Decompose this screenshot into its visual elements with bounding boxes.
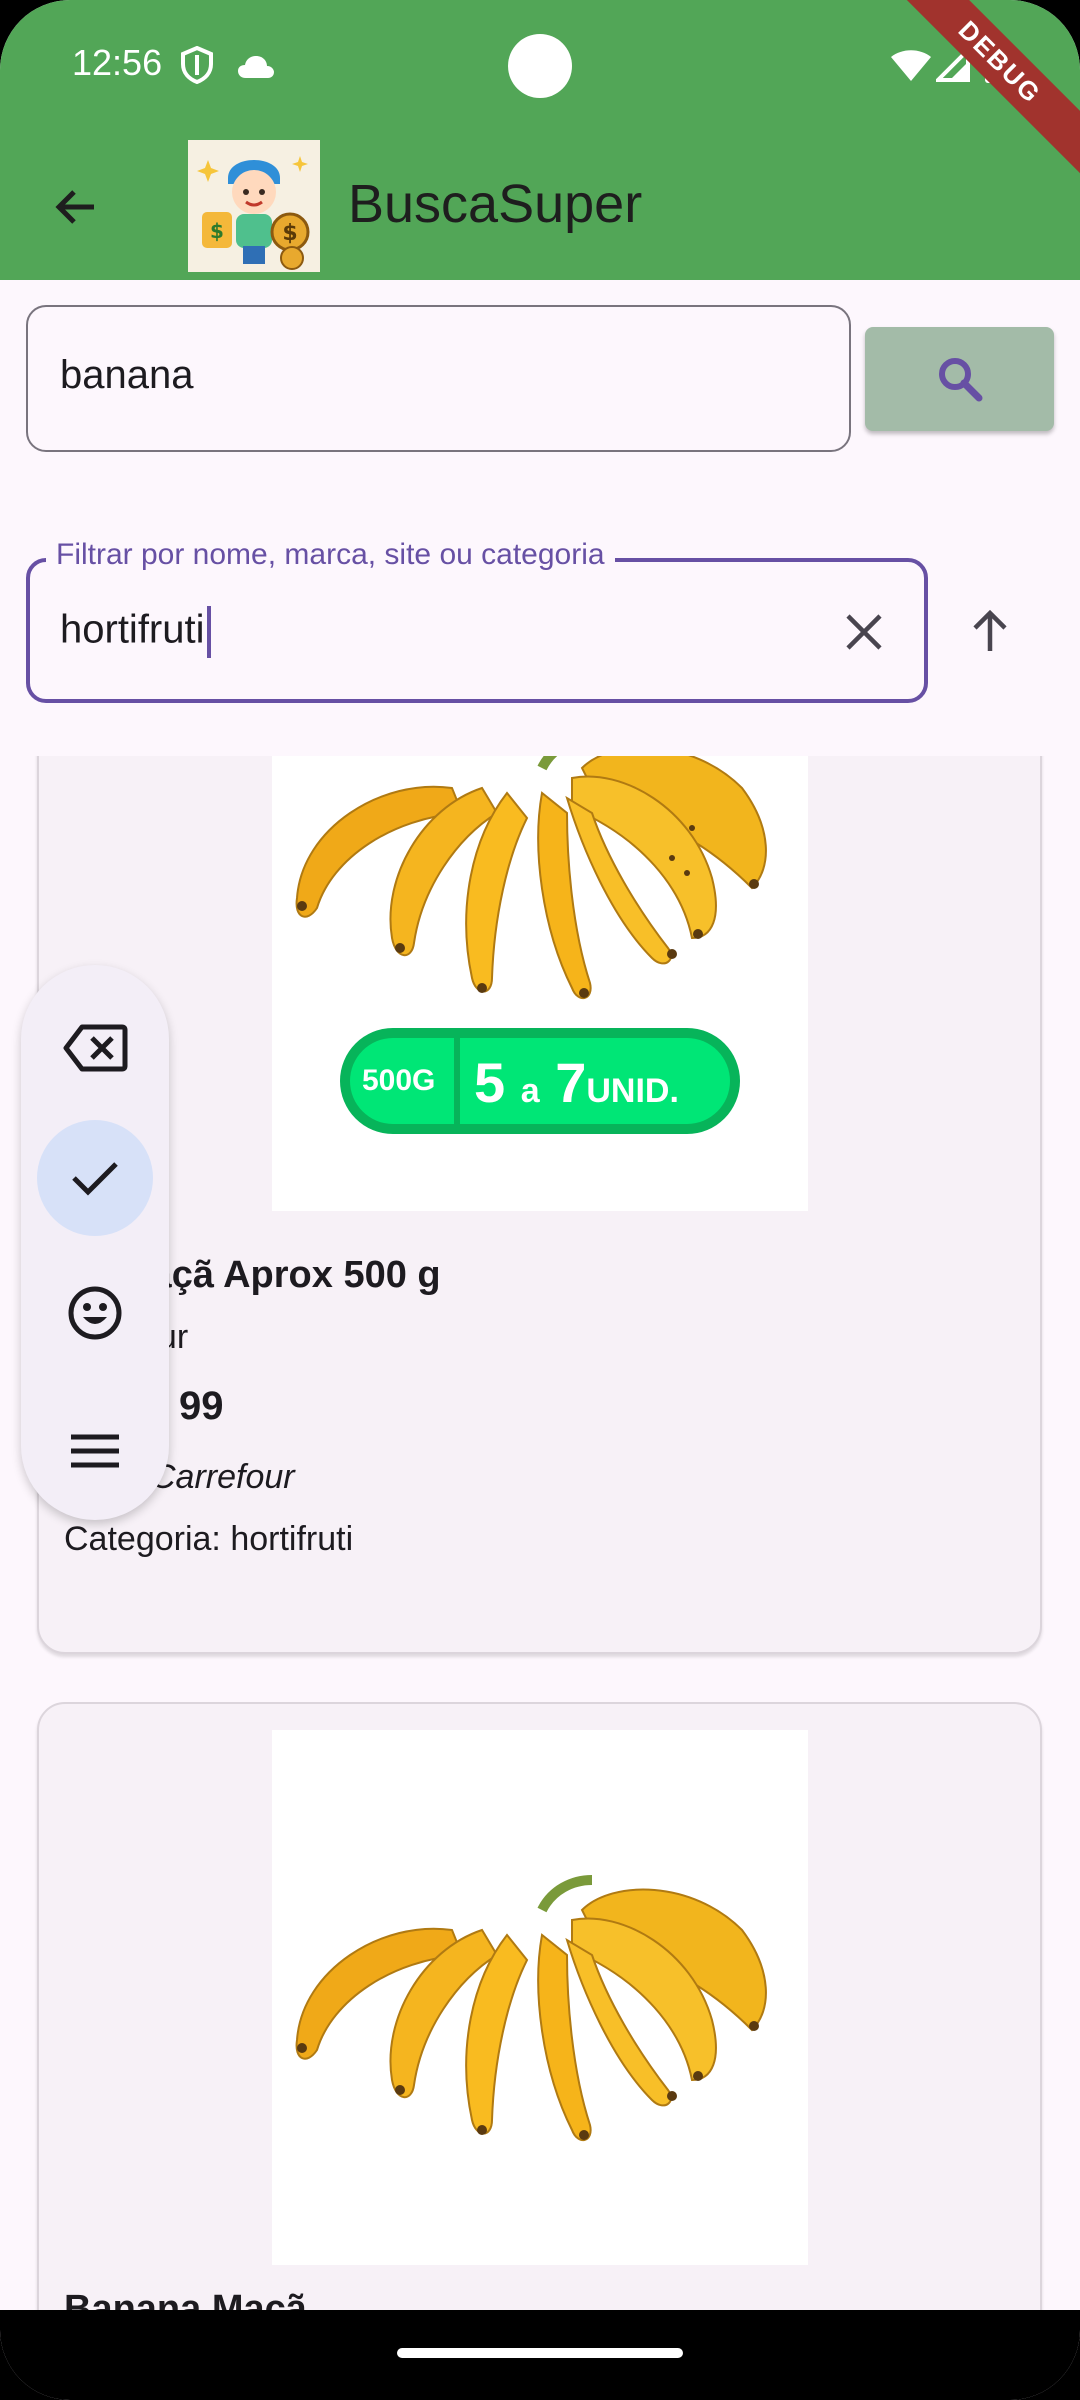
product-image: [272, 1730, 808, 2265]
badge-units: 5 a 7UNID.: [474, 1050, 679, 1115]
product-badge: 500G 5 a 7UNID.: [340, 1028, 740, 1134]
svg-text:$: $: [282, 221, 297, 246]
search-icon: [938, 358, 982, 402]
filter-value-text: hortifruti: [60, 607, 205, 652]
badge-unit: UNID.: [586, 1072, 679, 1110]
home-gesture-handle[interactable]: [397, 2348, 683, 2358]
app-title: BuscaSuper: [348, 174, 643, 234]
search-input-value: banana: [60, 353, 194, 397]
screen: 12:56 $ $ BuscaSuper DEBUG banana Filtra…: [0, 0, 1080, 2400]
badge-range-word: a: [520, 1072, 540, 1110]
badge-inner: 500G 5 a 7UNID.: [350, 1038, 730, 1124]
check-icon: [72, 1162, 118, 1196]
filter-input[interactable]: Filtrar por nome, marca, site ou categor…: [26, 538, 928, 703]
clear-filter-button[interactable]: [834, 602, 894, 662]
filter-label: Filtrar por nome, marca, site ou categor…: [46, 538, 615, 572]
status-bar: 12:56: [0, 0, 1080, 135]
app-logo: $ $: [188, 140, 320, 272]
product-list[interactable]: 500G 5 a 7UNID. na Maçã Aprox 500 g our …: [0, 756, 1080, 2310]
product-category: Categoria: hortifruti: [64, 1520, 354, 1558]
badge-separator: [454, 1038, 460, 1124]
product-card[interactable]: Banana Maçã: [37, 1702, 1042, 2310]
close-icon: [846, 614, 882, 650]
filter-input-value: hortifruti: [60, 606, 211, 658]
emoji-button[interactable]: [37, 1255, 153, 1371]
badge-weight: 500G: [362, 1064, 436, 1097]
badge-range-end: 7: [555, 1051, 587, 1114]
svg-text:$: $: [210, 219, 224, 243]
backspace-icon: [63, 1024, 128, 1072]
product-image: 500G 5 a 7UNID.: [272, 756, 808, 1211]
status-time: 12:56: [72, 42, 163, 83]
arrow-up-icon: [973, 609, 1007, 651]
menu-button[interactable]: [37, 1393, 153, 1509]
confirm-button[interactable]: [37, 1120, 153, 1236]
product-card[interactable]: 500G 5 a 7UNID. na Maçã Aprox 500 g our …: [37, 756, 1042, 1654]
floating-toolbar: [21, 965, 169, 1520]
shopper-mascot-icon: $ $: [188, 140, 320, 272]
product-name: Banana Maçã: [64, 2288, 307, 2310]
arrow-back-icon: [55, 190, 94, 224]
cloud-icon: [238, 56, 274, 78]
badge-range-start: 5: [474, 1051, 506, 1114]
navigation-bar: [0, 2310, 1080, 2400]
menu-icon: [71, 1434, 119, 1468]
product-site: Carrefour: [151, 1458, 295, 1496]
search-input[interactable]: banana: [26, 305, 851, 452]
text-cursor: [206, 606, 211, 658]
search-button[interactable]: [865, 327, 1054, 431]
backspace-button[interactable]: [37, 990, 153, 1106]
shield-icon: [181, 46, 213, 84]
back-button[interactable]: [36, 167, 116, 247]
banana-bunch-image: [295, 1875, 767, 2141]
product-price: 99: [179, 1384, 224, 1428]
emoji-icon: [68, 1286, 122, 1340]
front-camera: [508, 34, 572, 98]
app-bar: $ $ BuscaSuper: [0, 135, 1080, 280]
banana-bunch-image: [295, 756, 767, 999]
wifi-icon: [891, 50, 931, 81]
scroll-to-top-button[interactable]: [955, 596, 1025, 666]
